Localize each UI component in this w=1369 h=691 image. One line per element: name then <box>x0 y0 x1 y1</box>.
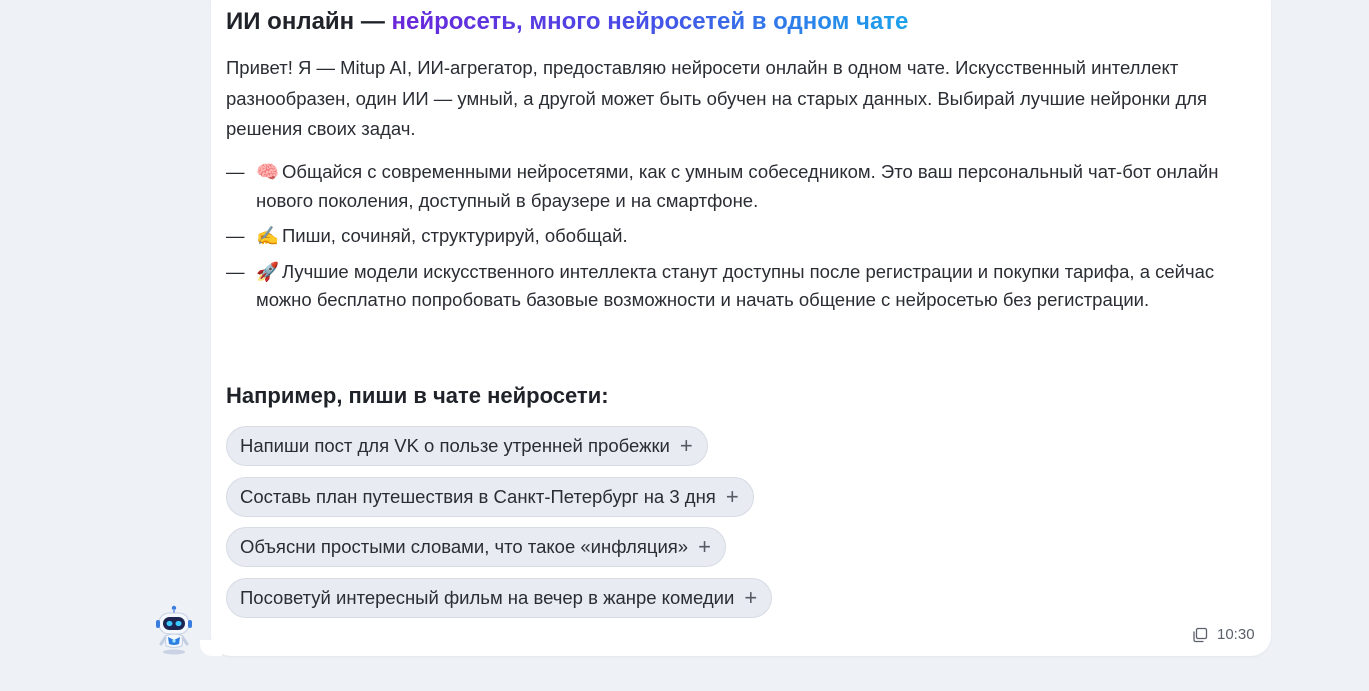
examples-heading: Например, пиши в чате нейросети: <box>226 383 609 408</box>
chip-label: Посоветуй интересный фильм на вечер в жа… <box>240 586 735 608</box>
message-heading: ИИ онлайн — нейросеть, много нейросетей … <box>226 6 908 38</box>
heading-prefix: ИИ онлайн — <box>226 8 392 35</box>
example-prompt-chip[interactable]: Объясни простыми словами, что такое «инф… <box>226 527 726 567</box>
plus-icon: + <box>725 483 739 509</box>
example-prompt-chip[interactable]: Напиши пост для VK о пользе утренней про… <box>226 426 708 466</box>
copy-icon[interactable] <box>1192 627 1208 643</box>
chip-label: Составь план путешествия в Санкт-Петербу… <box>240 485 716 507</box>
heading-accent: нейросеть, много нейросетей в одном чате <box>391 8 909 35</box>
feature-list: — 🧠 Общайся с современными нейросетями, ка… <box>226 158 1261 315</box>
example-prompts: Напиши пост для VK о пользе утренней про… <box>226 426 773 628</box>
example-prompt-chip[interactable]: Составь план путешествия в Санкт-Петербу… <box>226 476 754 517</box>
feature-text: Пиши, сочиняй, структурируй, обобщай. <box>282 225 628 246</box>
example-prompt-chip[interactable]: Посоветуй интересный фильм на вечер в жа… <box>226 577 773 618</box>
feature-item: — 🧠 Общайся с современными нейросетями, ка… <box>226 158 1261 215</box>
message-meta: 10:30 <box>1192 626 1255 643</box>
feature-item: — 🚀 Лучшие модели искусственного интеллект… <box>226 258 1261 315</box>
rocket-emoji-icon: 🚀 <box>256 260 280 282</box>
feature-item: — ✍️ Пиши, сочиняй, структурируй, обобщай. <box>226 222 1261 251</box>
plus-icon: + <box>679 433 693 458</box>
plus-icon: + <box>744 584 758 610</box>
plus-icon: + <box>698 534 711 559</box>
list-dash: — <box>226 161 245 182</box>
chip-label: Напиши пост для VK о пользе утренней про… <box>240 435 670 456</box>
robot-avatar-icon <box>154 604 194 656</box>
message-time: 10:30 <box>1217 626 1255 643</box>
chat-page: ИИ онлайн — нейросеть, много нейросетей … <box>0 0 1369 691</box>
writing-hand-emoji-icon: ✍️ <box>256 225 280 246</box>
list-dash: — <box>226 260 245 282</box>
feature-text: Лучшие модели искусственного интеллекта … <box>256 260 1215 311</box>
chip-label: Объясни простыми словами, что такое «инф… <box>240 536 689 557</box>
list-dash: — <box>226 225 245 246</box>
feature-text: Общайся с современными нейросетями, как … <box>256 161 1219 211</box>
message-bubble-tail <box>200 640 222 656</box>
brain-emoji-icon: 🧠 <box>256 161 280 182</box>
intro-paragraph: Привет! Я — Mitup AI, ИИ-агрегатор, пред… <box>226 57 1208 139</box>
